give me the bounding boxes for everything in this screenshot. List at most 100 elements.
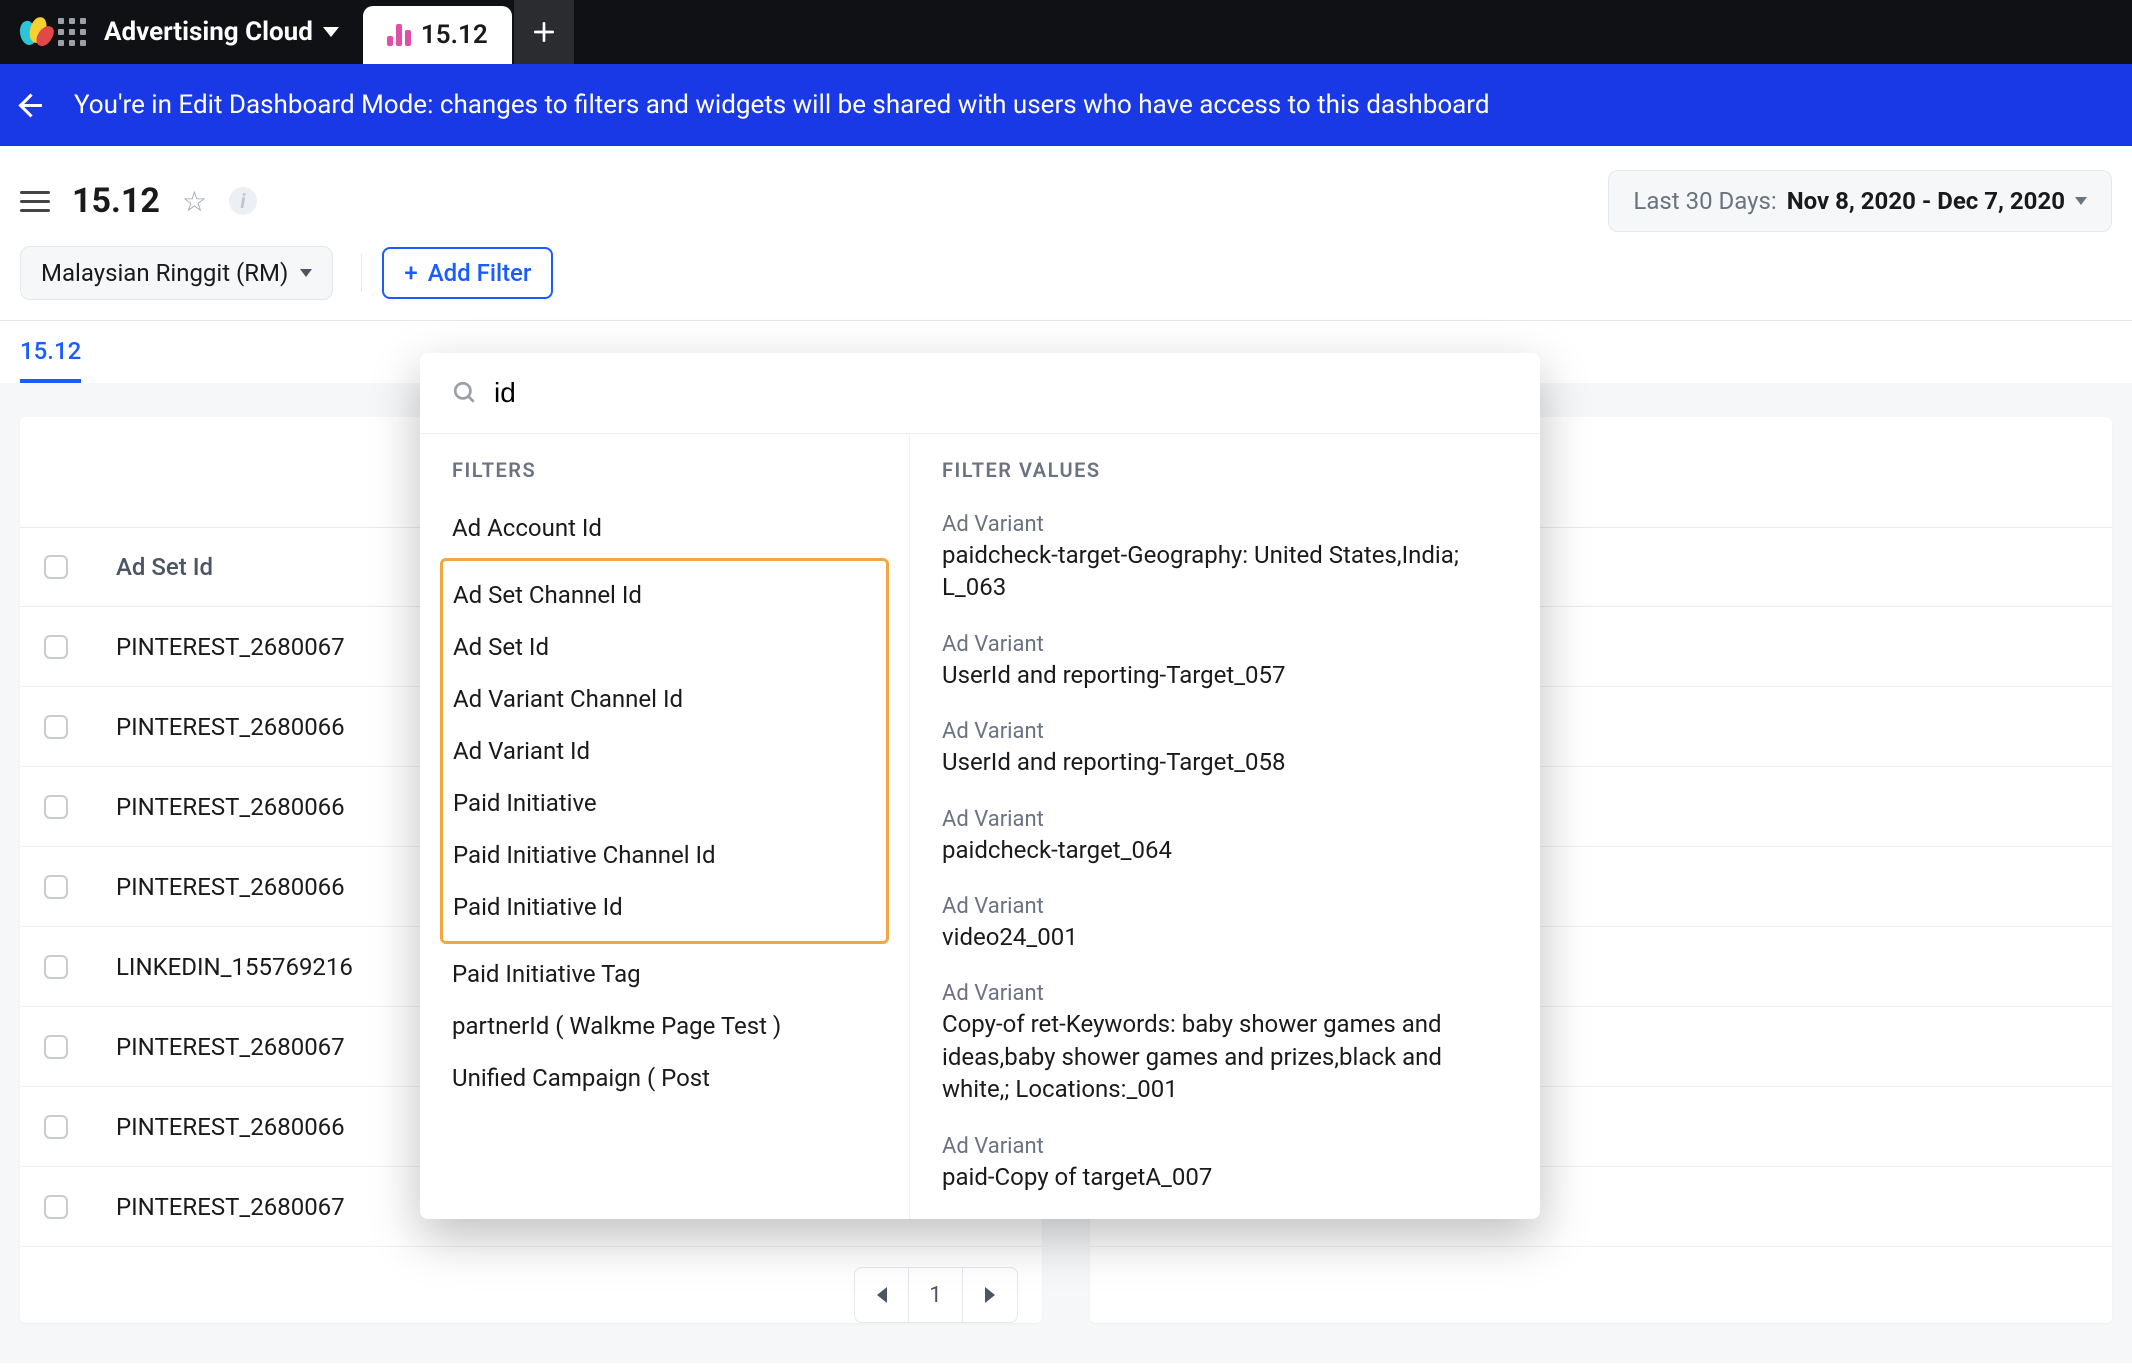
- filter-values-section-title: FILTER VALUES: [942, 458, 1508, 482]
- chevron-left-icon: [877, 1287, 887, 1303]
- filter-option[interactable]: Unified Campaign ( Post: [452, 1052, 877, 1104]
- filter-value-item[interactable]: Ad VariantUserId and reporting-Target_05…: [942, 709, 1508, 796]
- search-icon: [452, 380, 478, 406]
- filter-option[interactable]: Paid Initiative Channel Id: [453, 829, 876, 881]
- banner-message: You're in Edit Dashboard Mode: changes t…: [74, 90, 1490, 120]
- filter-value-category: Ad Variant: [942, 894, 1508, 919]
- filter-option[interactable]: Ad Set Id: [453, 621, 876, 673]
- filter-value-category: Ad Variant: [942, 1134, 1508, 1159]
- filter-option[interactable]: Paid Initiative: [453, 777, 876, 829]
- filter-value-text: paidcheck-target-Geography: United State…: [942, 539, 1508, 604]
- filter-value-category: Ad Variant: [942, 719, 1508, 744]
- sprinklr-icon: [18, 15, 48, 49]
- cell-value: PINTEREST_2680066: [116, 713, 345, 741]
- row-checkbox[interactable]: [44, 875, 68, 899]
- filter-value-text: paidcheck-target_064: [942, 834, 1508, 866]
- chevron-down-icon: [2075, 197, 2087, 205]
- add-filter-button[interactable]: + Add Filter: [382, 247, 553, 299]
- date-range-value: Nov 8, 2020 - Dec 7, 2020: [1787, 187, 2065, 215]
- pagination: 1: [20, 1247, 1042, 1323]
- cell-value: PINTEREST_2680066: [116, 793, 345, 821]
- info-icon[interactable]: i: [229, 187, 257, 215]
- filter-value-item[interactable]: Ad Variantpaidcheck-target-Geography: Un…: [942, 502, 1508, 622]
- filter-value-category: Ad Variant: [942, 512, 1508, 537]
- page-header: 15.12 ☆ i Last 30 Days: Nov 8, 2020 - De…: [0, 146, 2132, 242]
- topbar: Advertising Cloud 15.12: [0, 0, 2132, 64]
- content-area: Ad Set Id PINTEREST_2680067 PINTEREST_268…: [0, 383, 2132, 1363]
- date-range-picker[interactable]: Last 30 Days: Nov 8, 2020 - Dec 7, 2020: [1608, 170, 2112, 232]
- star-icon[interactable]: ☆: [182, 185, 207, 218]
- chevron-down-icon: [300, 269, 312, 277]
- currency-selector[interactable]: Malaysian Ringgit (RM): [20, 246, 333, 300]
- filters-column: FILTERS Ad Account Id Ad Set Channel IdA…: [420, 434, 910, 1219]
- workspace-switcher[interactable]: Advertising Cloud: [96, 0, 363, 64]
- filter-values-column: FILTER VALUES Ad Variantpaidcheck-target…: [910, 434, 1540, 1219]
- filter-search-input[interactable]: [494, 377, 1508, 409]
- filter-search: [420, 353, 1540, 433]
- filter-value-text: UserId and reporting-Target_057: [942, 659, 1508, 691]
- app-logo[interactable]: [0, 0, 48, 64]
- filter-value-text: UserId and reporting-Target_058: [942, 746, 1508, 778]
- highlighted-filter-group: Ad Set Channel IdAd Set IdAd Variant Cha…: [440, 558, 889, 944]
- next-page-button[interactable]: [963, 1268, 1017, 1322]
- chevron-right-icon: [985, 1287, 995, 1303]
- cell-value: PINTEREST_2680066: [116, 1113, 345, 1141]
- cell-value: PINTEREST_2680066: [116, 873, 345, 901]
- filter-value-item[interactable]: Ad Variantpaidcheck-target_064: [942, 797, 1508, 884]
- filter-option[interactable]: Ad Account Id: [452, 502, 877, 554]
- row-checkbox[interactable]: [44, 795, 68, 819]
- prev-page-button[interactable]: [855, 1268, 909, 1322]
- subtab-active[interactable]: 15.12: [20, 337, 81, 383]
- filter-option[interactable]: Ad Set Channel Id: [453, 569, 876, 621]
- filter-value-category: Ad Variant: [942, 632, 1508, 657]
- filter-option[interactable]: Ad Variant Id: [453, 725, 876, 777]
- filter-value-item[interactable]: Ad Variantvideo24_001: [942, 884, 1508, 971]
- cell-value: PINTEREST_2680067: [116, 1033, 345, 1061]
- filter-option[interactable]: Paid Initiative Id: [453, 881, 876, 933]
- filter-value-text: video24_001: [942, 921, 1508, 953]
- chevron-down-icon: [323, 27, 339, 37]
- select-all-checkbox[interactable]: [44, 555, 68, 579]
- tab-active[interactable]: 15.12: [363, 6, 512, 64]
- workspace-label: Advertising Cloud: [104, 17, 313, 47]
- divider: [361, 254, 362, 292]
- edit-mode-banner: You're in Edit Dashboard Mode: changes t…: [0, 64, 2132, 146]
- filter-value-item[interactable]: Ad VariantUserId and reporting-Target_05…: [942, 622, 1508, 709]
- filter-value-text: Copy-of ret-Keywords: baby shower games …: [942, 1008, 1508, 1105]
- cell-value: PINTEREST_2680067: [116, 1193, 345, 1221]
- menu-button[interactable]: [20, 191, 50, 212]
- row-checkbox[interactable]: [44, 1115, 68, 1139]
- filters-section-title: FILTERS: [452, 458, 877, 482]
- filter-option[interactable]: partnerId ( Walkme Page Test ): [452, 1000, 877, 1052]
- currency-label: Malaysian Ringgit (RM): [41, 259, 288, 287]
- tab-label: 15.12: [421, 20, 488, 50]
- filter-value-item[interactable]: Ad VariantCopy-of ret-Keywords: baby sho…: [942, 971, 1508, 1123]
- filter-value-item[interactable]: Ad Variantpaid-Copy of targetA_007: [942, 1124, 1508, 1211]
- cell-value: LINKEDIN_155769216: [116, 953, 353, 981]
- new-tab-button[interactable]: [514, 0, 574, 64]
- back-button[interactable]: [20, 92, 46, 118]
- row-checkbox[interactable]: [44, 635, 68, 659]
- filter-value-category: Ad Variant: [942, 807, 1508, 832]
- chart-icon: [387, 24, 411, 46]
- add-filter-label: Add Filter: [428, 259, 532, 287]
- grid-icon: [58, 18, 86, 46]
- page-title: 15.12: [72, 181, 160, 221]
- row-checkbox[interactable]: [44, 1195, 68, 1219]
- add-filter-dropdown: FILTERS Ad Account Id Ad Set Channel IdA…: [420, 353, 1540, 1219]
- plus-icon: +: [404, 261, 417, 285]
- filter-option[interactable]: Ad Variant Channel Id: [453, 673, 876, 725]
- filter-value-text: paid-Copy of targetA_007: [942, 1161, 1508, 1193]
- date-range-label: Last 30 Days:: [1633, 187, 1776, 215]
- row-checkbox[interactable]: [44, 955, 68, 979]
- row-checkbox[interactable]: [44, 715, 68, 739]
- page-number[interactable]: 1: [909, 1268, 963, 1322]
- filter-bar: Malaysian Ringgit (RM) + Add Filter: [0, 242, 2132, 320]
- filter-value-category: Ad Variant: [942, 981, 1508, 1006]
- plus-icon: [531, 19, 557, 45]
- filter-option[interactable]: Paid Initiative Tag: [452, 948, 877, 1000]
- column-header[interactable]: Ad Set Id: [116, 553, 213, 581]
- app-launcher-button[interactable]: [48, 0, 96, 64]
- row-checkbox[interactable]: [44, 1035, 68, 1059]
- cell-value: PINTEREST_2680067: [116, 633, 345, 661]
